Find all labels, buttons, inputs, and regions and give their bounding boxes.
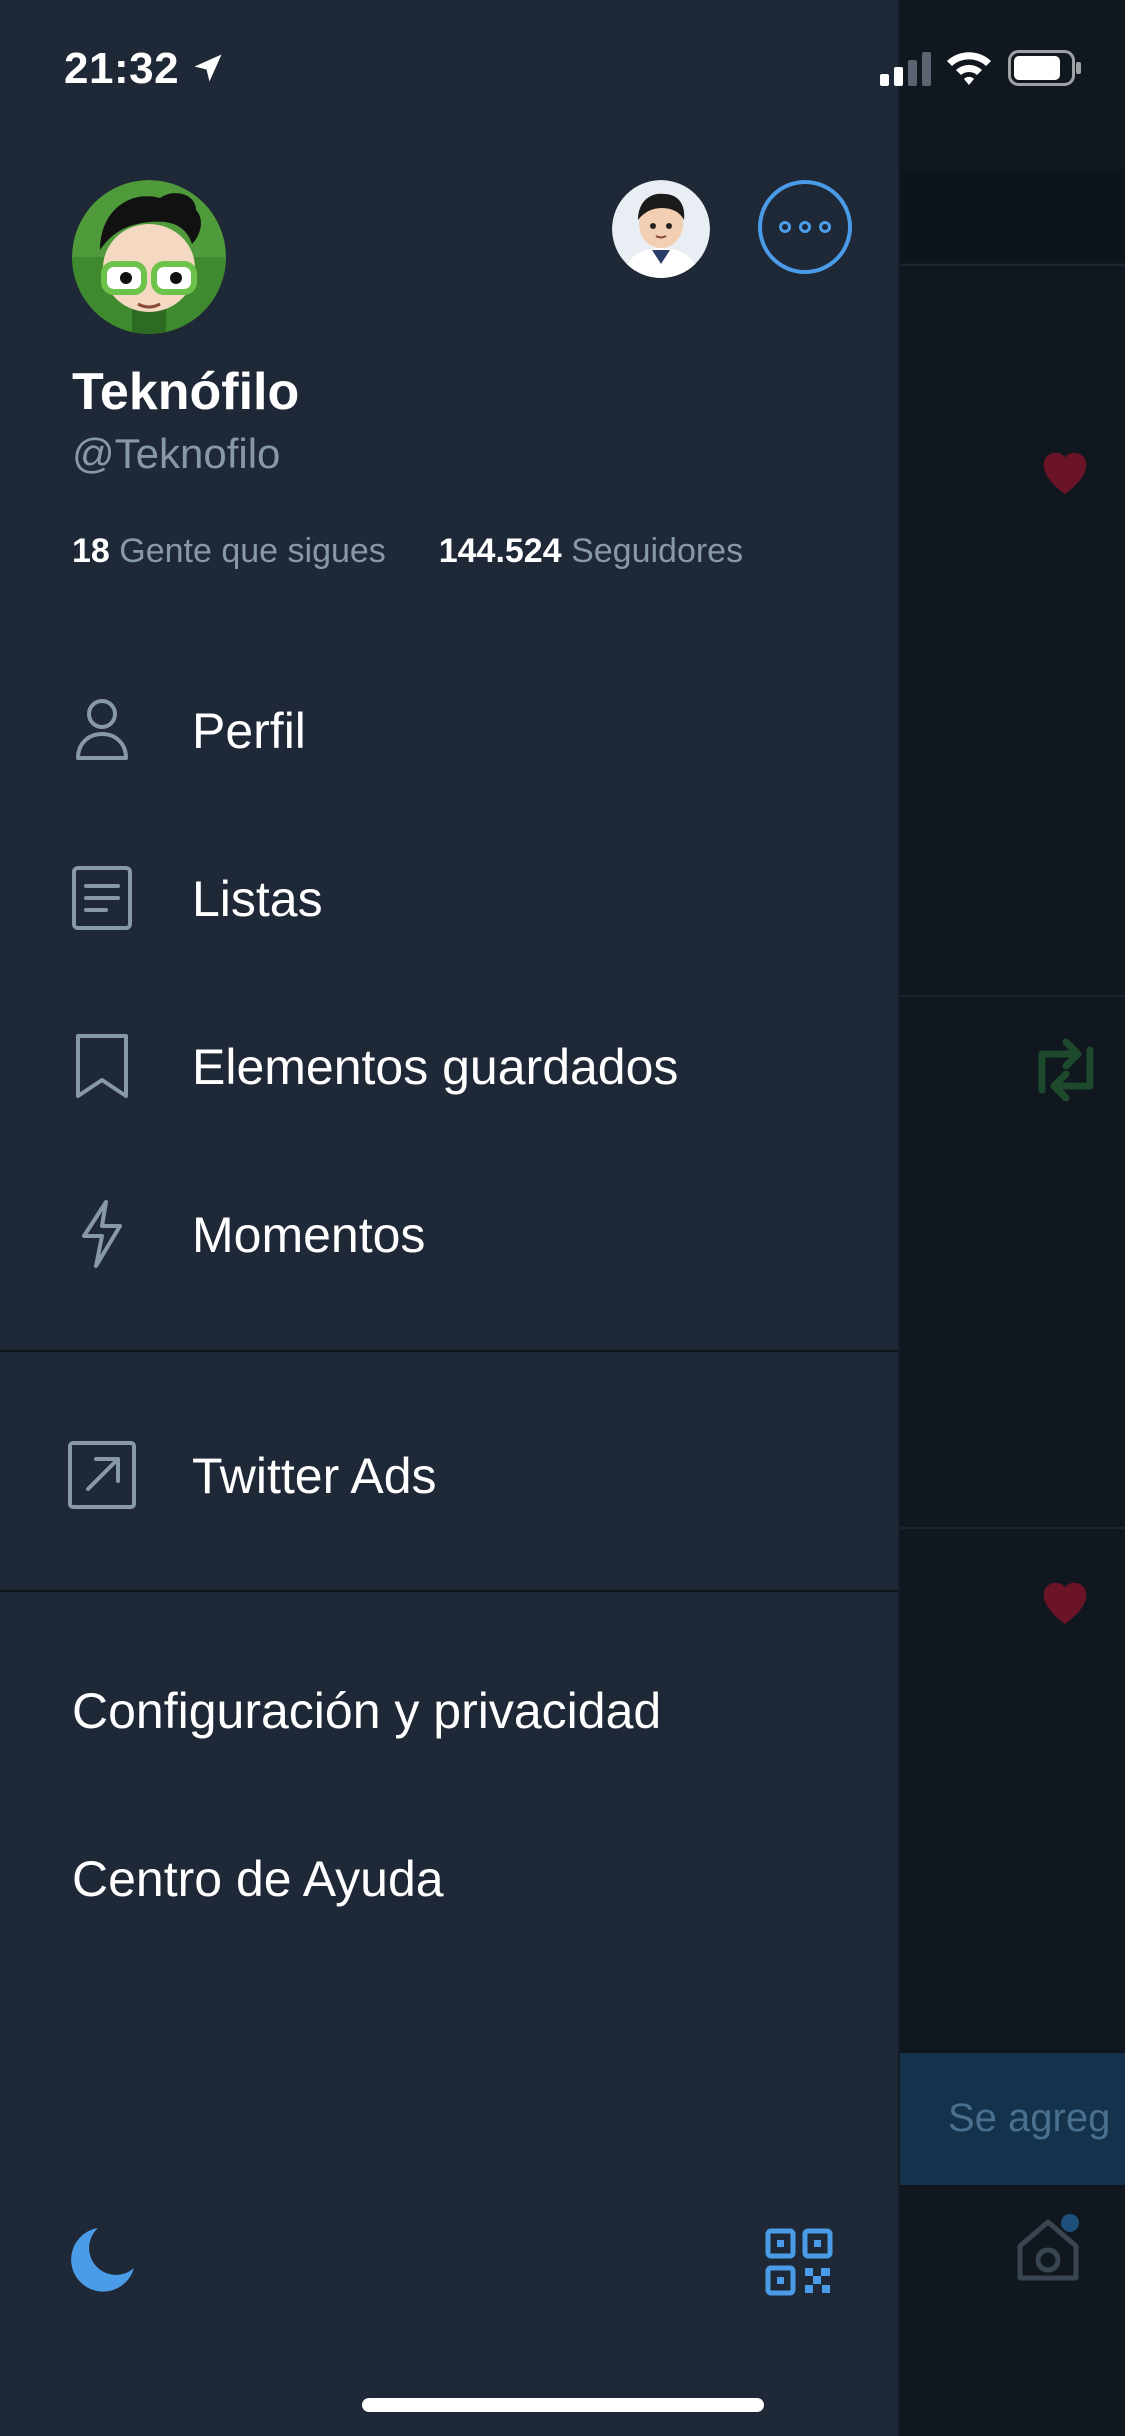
menu-item-label: Elementos guardados: [192, 1039, 679, 1095]
person-icon: [76, 699, 128, 760]
liked-heart-icon: [1043, 1582, 1087, 1624]
settings-link[interactable]: Configuración y privacidad: [72, 1682, 661, 1740]
profile-handle: @Teknofilo: [72, 430, 281, 477]
menu-item-perfil[interactable]: Perfil: [0, 666, 898, 786]
profile-stats: 18 Gente que sigues 144.524 Seguidores: [72, 532, 743, 571]
menu-item-label: Twitter Ads: [192, 1448, 437, 1504]
menu-item-twitter-ads[interactable]: Twitter Ads: [0, 1411, 898, 1531]
retweet-icon: [1038, 1038, 1094, 1102]
list-icon: [72, 866, 132, 930]
new-tweets-banner[interactable]: Se agreg: [898, 2053, 1125, 2185]
qr-code-icon[interactable]: [765, 2228, 833, 2296]
menu-item-listas[interactable]: Listas: [0, 834, 898, 954]
following-count: 18: [72, 532, 110, 570]
menu-item-elementos-guardados[interactable]: Elementos guardados: [0, 1002, 898, 1122]
moon-icon[interactable]: [68, 2224, 138, 2294]
side-drawer: 21:32 Teknófilo @Teknofilo 18 Gente que …: [0, 0, 1081, 2436]
more-accounts-button[interactable]: [758, 180, 852, 274]
secondary-account-avatar[interactable]: [612, 180, 710, 278]
lightning-icon: [82, 1200, 122, 1268]
menu-item-label: Listas: [192, 871, 323, 927]
profile-display-name[interactable]: Teknófilo: [72, 362, 299, 422]
following-label: Gente que sigues: [119, 532, 386, 570]
wifi-icon: [947, 52, 991, 85]
following-stat[interactable]: 18 Gente que sigues: [72, 532, 386, 570]
status-time: 21:32: [64, 44, 180, 93]
cellular-signal-icon: [880, 52, 931, 86]
profile-avatar[interactable]: [72, 180, 226, 334]
divider: [0, 1350, 898, 1352]
external-link-icon: [68, 1441, 136, 1509]
background-timeline[interactable]: Se agreg: [898, 0, 1125, 2436]
help-center-link[interactable]: Centro de Ayuda: [72, 1850, 444, 1908]
liked-heart-icon: [1043, 452, 1087, 494]
divider: [0, 1590, 898, 1592]
location-arrow-icon: [194, 54, 222, 82]
menu-item-momentos[interactable]: Momentos: [0, 1170, 898, 1290]
notification-dot: [1061, 2214, 1079, 2232]
menu-item-label: Perfil: [192, 703, 306, 759]
bookmark-icon: [76, 1034, 128, 1098]
battery-icon: [1008, 50, 1081, 86]
home-indicator[interactable]: [362, 2398, 764, 2412]
menu-item-label: Momentos: [192, 1207, 426, 1263]
followers-stat[interactable]: 144.524 Seguidores: [439, 532, 743, 570]
banner-text: Se agreg: [948, 2096, 1111, 2140]
followers-label: Seguidores: [571, 532, 744, 570]
followers-count: 144.524: [438, 532, 562, 570]
